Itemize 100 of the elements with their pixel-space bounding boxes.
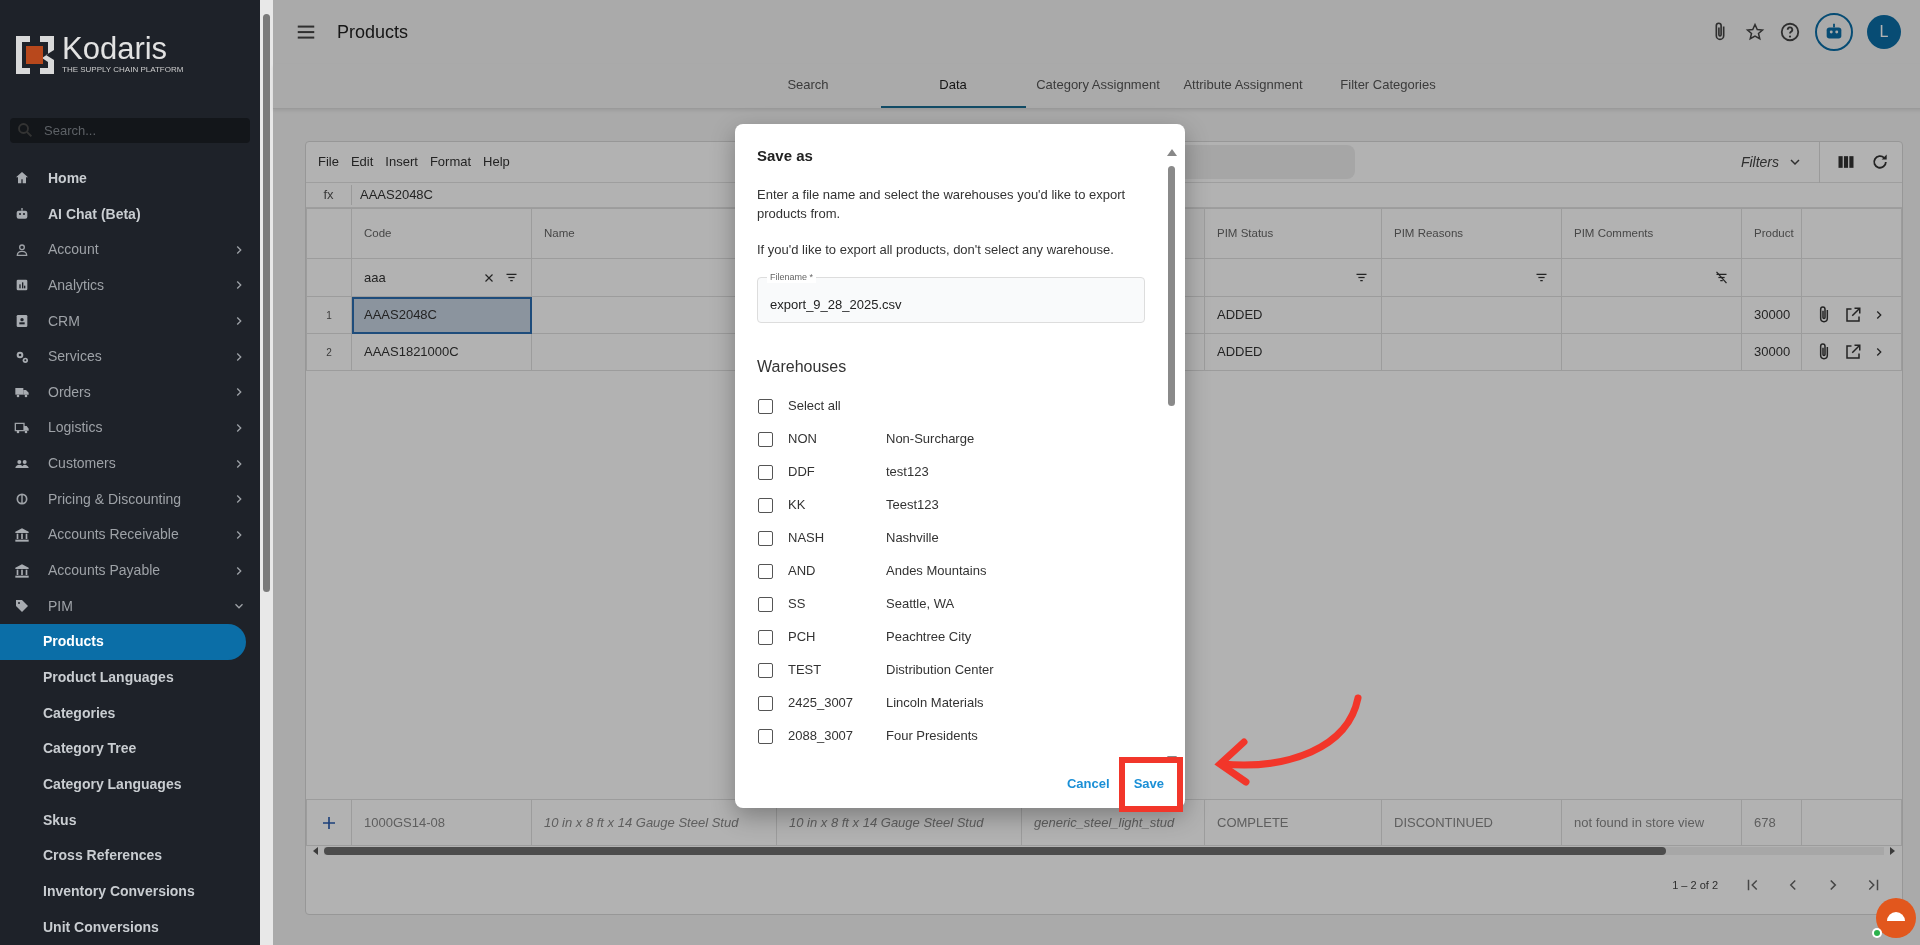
tab[interactable]: Data	[880, 64, 1026, 108]
column-header[interactable]: Product	[1754, 226, 1794, 239]
chat-icon[interactable]	[1869, 895, 1917, 941]
warehouse-name: Teest123	[886, 496, 939, 515]
filter-off-icon[interactable]	[1714, 270, 1729, 285]
sidebar-item[interactable]: PIM	[0, 588, 260, 625]
sidebar-item[interactable]: CRM	[0, 303, 260, 339]
refresh-icon[interactable]	[1870, 152, 1890, 172]
warehouse-code: NASH	[788, 529, 826, 548]
checkbox[interactable]	[758, 398, 773, 414]
checkbox[interactable]	[758, 728, 773, 744]
checkbox[interactable]	[758, 431, 773, 447]
table-cell[interactable]: 30000	[1741, 296, 1802, 334]
menu-item[interactable]: Help	[483, 152, 510, 172]
warehouse-code: AND	[788, 562, 817, 581]
warehouse-code: 2425_3007	[788, 694, 855, 713]
checkbox[interactable]	[758, 662, 773, 678]
row-number: 1	[306, 296, 352, 334]
checkbox[interactable]	[758, 497, 773, 513]
search-field[interactable]: Search...	[42, 117, 244, 143]
column-header[interactable]: PIM Reasons	[1394, 226, 1464, 239]
scroll-up-icon[interactable]	[1167, 148, 1177, 156]
filter-value[interactable]: aaa	[364, 267, 386, 288]
sidebar-item[interactable]: Services	[0, 338, 260, 375]
scroll-right-icon[interactable]	[1888, 847, 1896, 855]
bank-icon	[14, 526, 30, 543]
sidebar-item[interactable]: Accounts Payable	[0, 552, 260, 589]
warehouse-code: 2088_3007	[788, 727, 855, 746]
cancel-button[interactable]: Cancel	[1064, 770, 1113, 798]
warehouse-name: Four Presidents	[886, 727, 978, 746]
table-cell[interactable]: ADDED	[1204, 333, 1382, 371]
sidebar-subitem[interactable]: Product Languages	[0, 659, 246, 696]
checkbox[interactable]	[758, 596, 773, 612]
sidebar-subitem[interactable]: Skus	[0, 802, 246, 839]
checkbox[interactable]	[758, 629, 773, 645]
sidebar-item[interactable]: Analytics	[0, 267, 260, 304]
external-link-icon[interactable]	[1844, 306, 1862, 324]
column-header[interactable]: Name	[544, 226, 575, 239]
tab[interactable]: Search	[735, 64, 881, 108]
checkbox[interactable]	[758, 530, 773, 546]
scroll-left-icon[interactable]	[312, 847, 320, 855]
filters-dropdown[interactable]: Filters	[1740, 142, 1820, 183]
warehouse-code: PCH	[788, 628, 817, 647]
external-link-icon[interactable]	[1844, 343, 1862, 361]
sidebar-subitem[interactable]: Cross References	[0, 838, 246, 874]
scrollbar-thumb[interactable]	[324, 847, 1666, 855]
help-icon[interactable]	[1779, 21, 1801, 43]
sidebar-item[interactable]: AI Chat (Beta)	[0, 196, 260, 232]
sidebar-subitem[interactable]: Category Tree	[0, 731, 246, 767]
field-label: Filename *	[767, 270, 817, 283]
table-cell[interactable]: AAAS1821000C	[351, 333, 532, 371]
avatar[interactable]: L	[1867, 15, 1901, 49]
sidebar-item[interactable]: Orders	[0, 374, 260, 411]
menu-item[interactable]: File	[318, 152, 339, 172]
sidebar-item[interactable]: Logistics	[0, 410, 260, 446]
sidebar-item[interactable]: Pricing & Discounting	[0, 481, 260, 518]
dialog-text: Enter a file name and select the warehouses you'd like to export products from.	[757, 185, 1127, 223]
column-header[interactable]: PIM Comments	[1574, 226, 1654, 239]
checkbox[interactable]	[758, 563, 773, 579]
menu-item[interactable]: Edit	[350, 152, 374, 172]
column-header[interactable]: PIM Status	[1217, 226, 1274, 239]
checkbox[interactable]	[758, 695, 773, 711]
scrollbar[interactable]	[260, 0, 273, 945]
save-button[interactable]: Save	[1130, 770, 1167, 798]
sidebar-subitem[interactable]: Products	[0, 624, 246, 660]
table-cell[interactable]: AAAS2048C	[351, 296, 532, 334]
column-header[interactable]: Code	[364, 226, 392, 239]
star-icon[interactable]	[1745, 22, 1765, 42]
dialog-text: If you'd like to export all products, don't select any warehouse.	[757, 240, 1115, 259]
scrollbar-thumb[interactable]	[263, 14, 270, 592]
tab[interactable]: Filter Categories	[1315, 64, 1461, 108]
scrollbar-thumb[interactable]	[1168, 166, 1175, 406]
sidebar-item[interactable]: Customers	[0, 445, 260, 482]
table-cell[interactable]: ADDED	[1204, 296, 1382, 334]
menu-item[interactable]: Format	[429, 152, 472, 172]
sidebar-subitem[interactable]: Categories	[0, 695, 246, 732]
warehouse-code: KK	[788, 496, 807, 515]
sidebar-subitem[interactable]: Category Languages	[0, 766, 246, 803]
menu-item[interactable]: Insert	[385, 152, 418, 172]
warehouse-code: SS	[788, 595, 807, 614]
tab[interactable]: Category Assignment	[1025, 64, 1171, 108]
formula-label: fx	[322, 186, 335, 205]
tab[interactable]: Attribute Assignment	[1170, 64, 1316, 108]
person-icon	[14, 241, 30, 258]
warehouse-name: Seattle, WA	[886, 595, 955, 614]
formula-value[interactable]: AAAS2048C	[351, 185, 433, 205]
sidebar-item[interactable]: Accounts Receivable	[0, 517, 260, 553]
search-box[interactable]: Search...	[10, 117, 250, 143]
robot-button[interactable]	[1815, 13, 1853, 51]
row-number: 2	[306, 333, 352, 371]
sidebar-item[interactable]: Home	[0, 160, 260, 197]
checkbox[interactable]	[758, 464, 773, 480]
search-icon	[16, 121, 34, 140]
truck-icon	[14, 420, 30, 436]
sidebar-item[interactable]: Account	[0, 231, 260, 268]
table-cell[interactable]: 30000	[1741, 333, 1802, 371]
contact-card-icon	[14, 313, 30, 329]
sidebar-subitem[interactable]: Unit Conversions	[0, 909, 246, 945]
sidebar-subitem[interactable]: Inventory Conversions	[0, 873, 246, 910]
warehouse-name: test123	[886, 463, 929, 482]
